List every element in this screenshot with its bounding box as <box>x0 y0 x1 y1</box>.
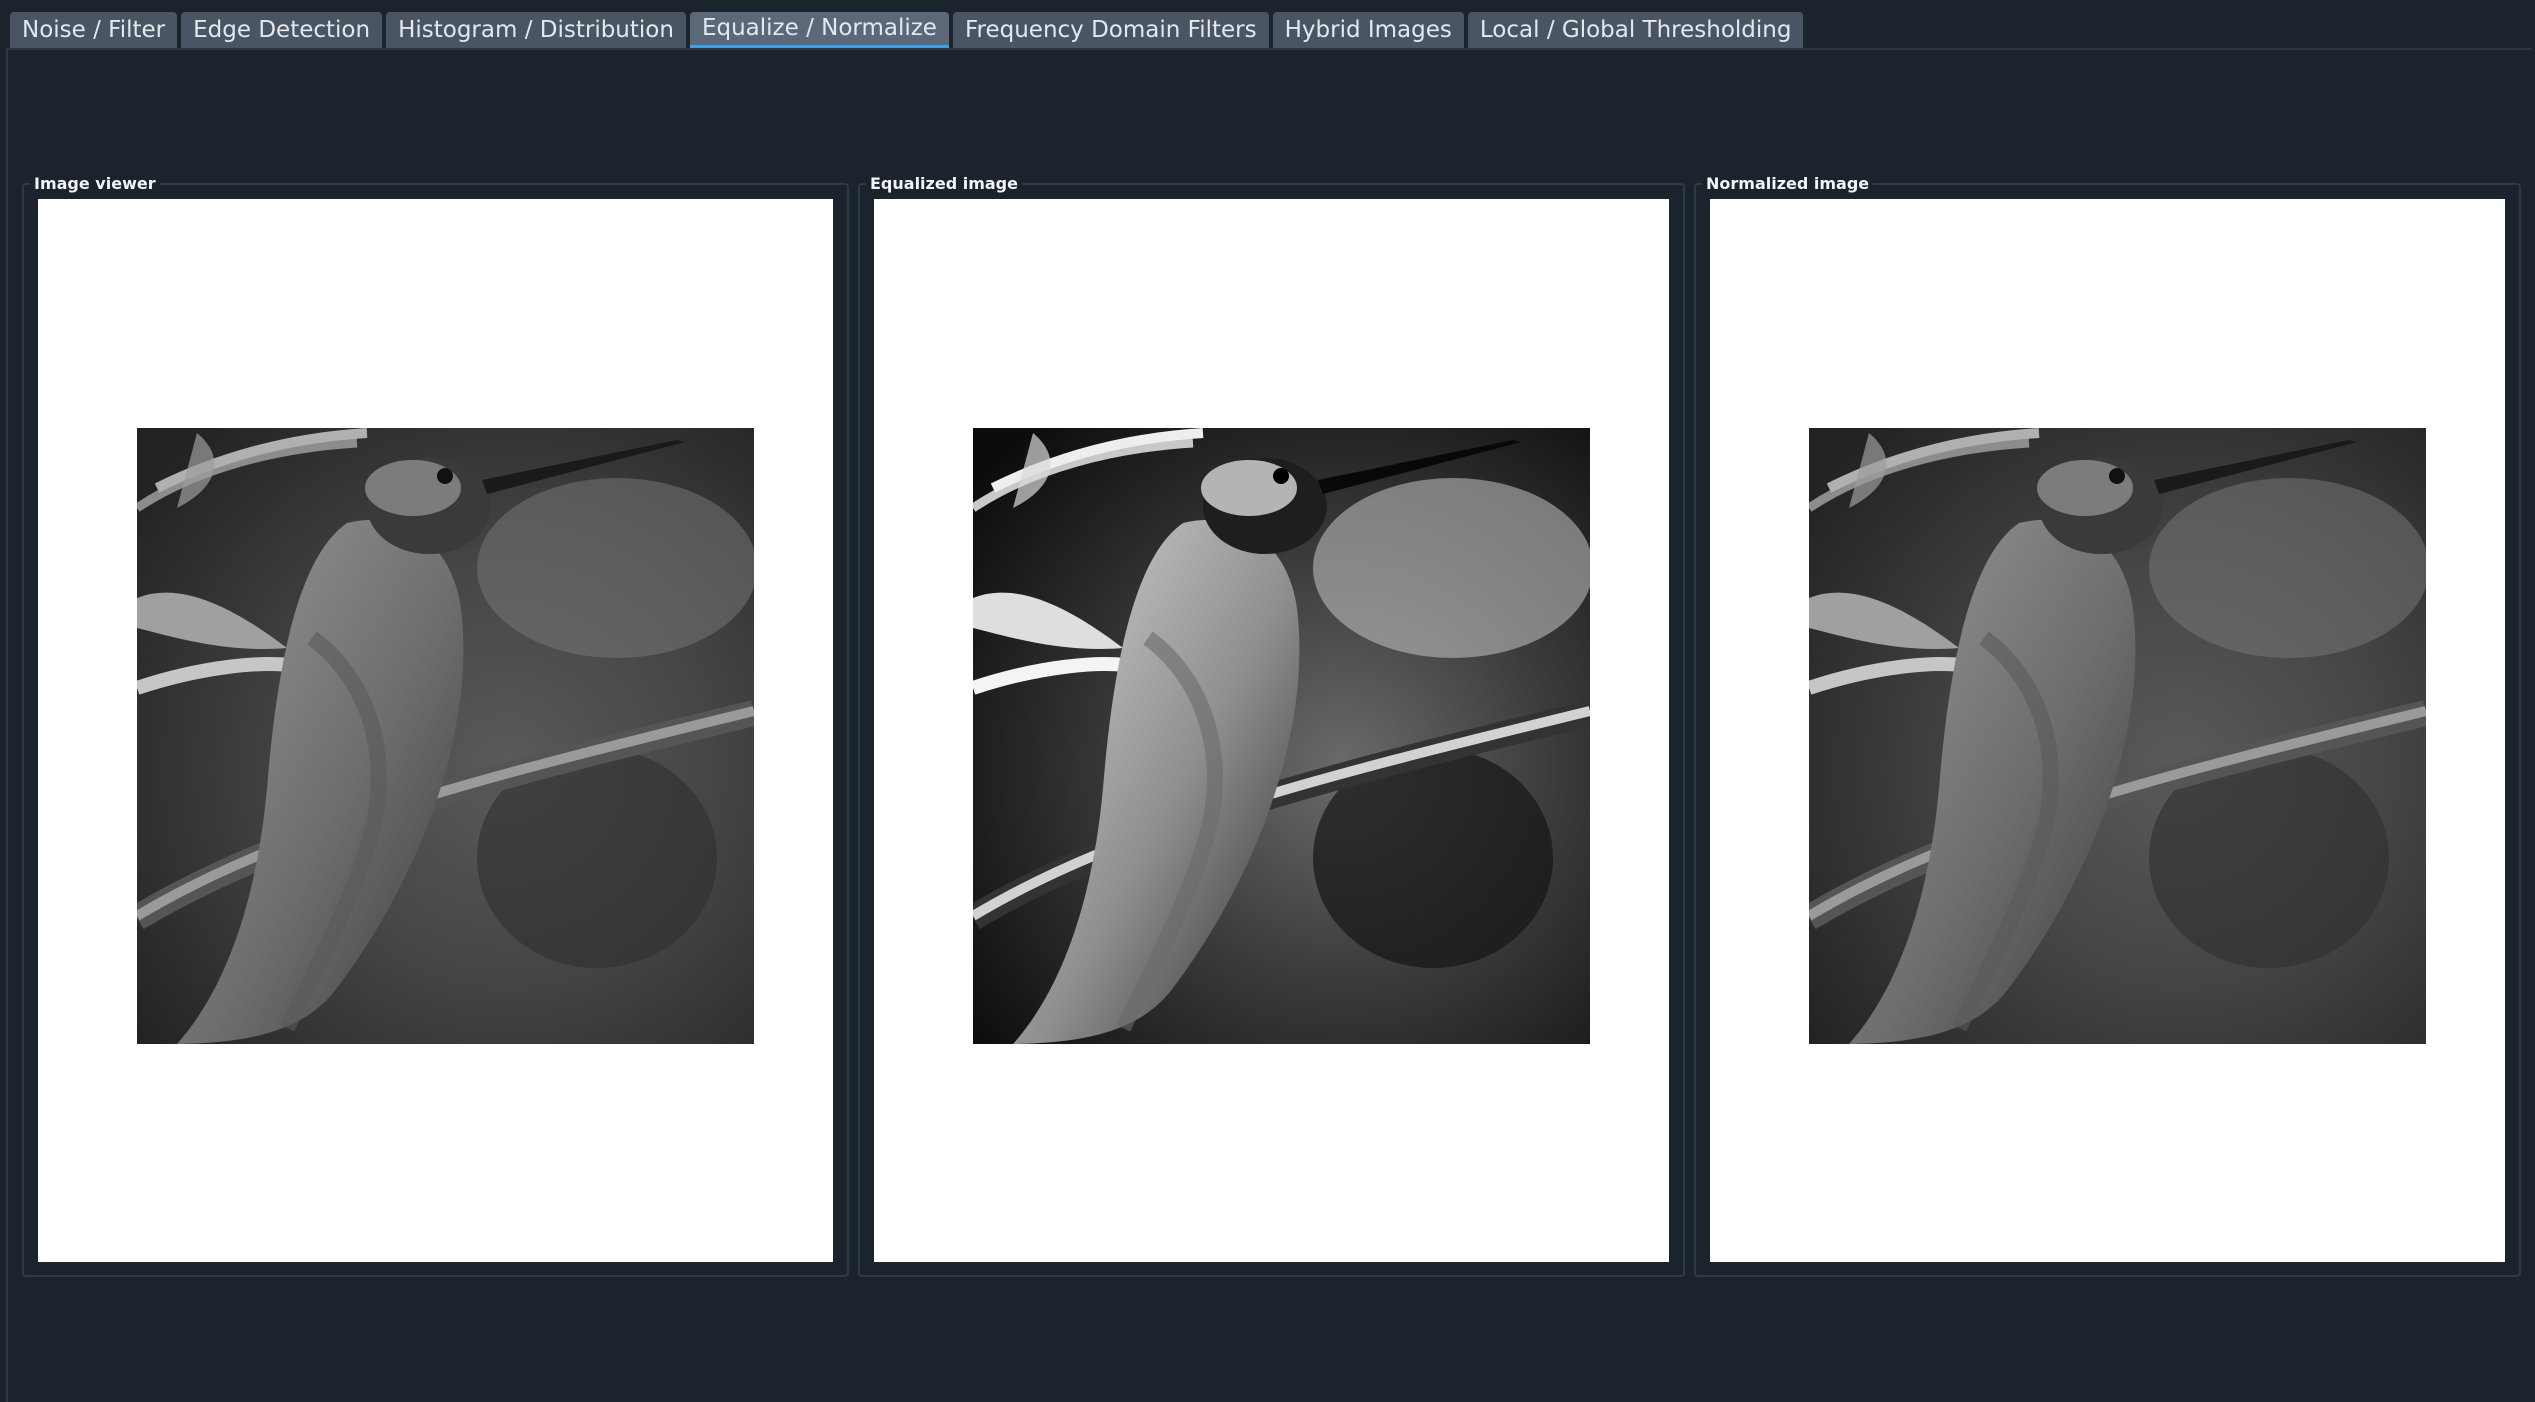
tab-equalize-normalize[interactable]: Equalize / Normalize <box>689 12 949 48</box>
equalized-image <box>973 428 1590 1044</box>
tab-edge-detection[interactable]: Edge Detection <box>181 12 383 48</box>
equalized-image-canvas[interactable] <box>874 199 1669 1262</box>
normalized-image-title: Normalized image <box>1702 174 1874 194</box>
tab-frequency-domain-filters[interactable]: Frequency Domain Filters <box>952 12 1269 48</box>
equalized-image-title: Equalized image <box>866 174 1022 194</box>
image-viewer-canvas[interactable] <box>38 199 833 1262</box>
original-image <box>137 428 754 1044</box>
image-viewer-title: Image viewer <box>30 174 160 194</box>
normalized-image-group: Normalized image <box>1694 174 2521 1277</box>
tab-bar: Noise / Filter Edge Detection Histogram … <box>10 12 1804 48</box>
image-viewer-group: Image viewer <box>22 174 849 1277</box>
normalized-image <box>1809 428 2426 1044</box>
tab-histogram-distribution[interactable]: Histogram / Distribution <box>386 12 686 48</box>
tab-hybrid-images[interactable]: Hybrid Images <box>1272 12 1464 48</box>
equalized-image-group: Equalized image <box>858 174 1685 1277</box>
tab-noise-filter[interactable]: Noise / Filter <box>10 12 178 48</box>
normalized-image-canvas[interactable] <box>1710 199 2505 1262</box>
tab-local-global-thresholding[interactable]: Local / Global Thresholding <box>1467 12 1804 48</box>
